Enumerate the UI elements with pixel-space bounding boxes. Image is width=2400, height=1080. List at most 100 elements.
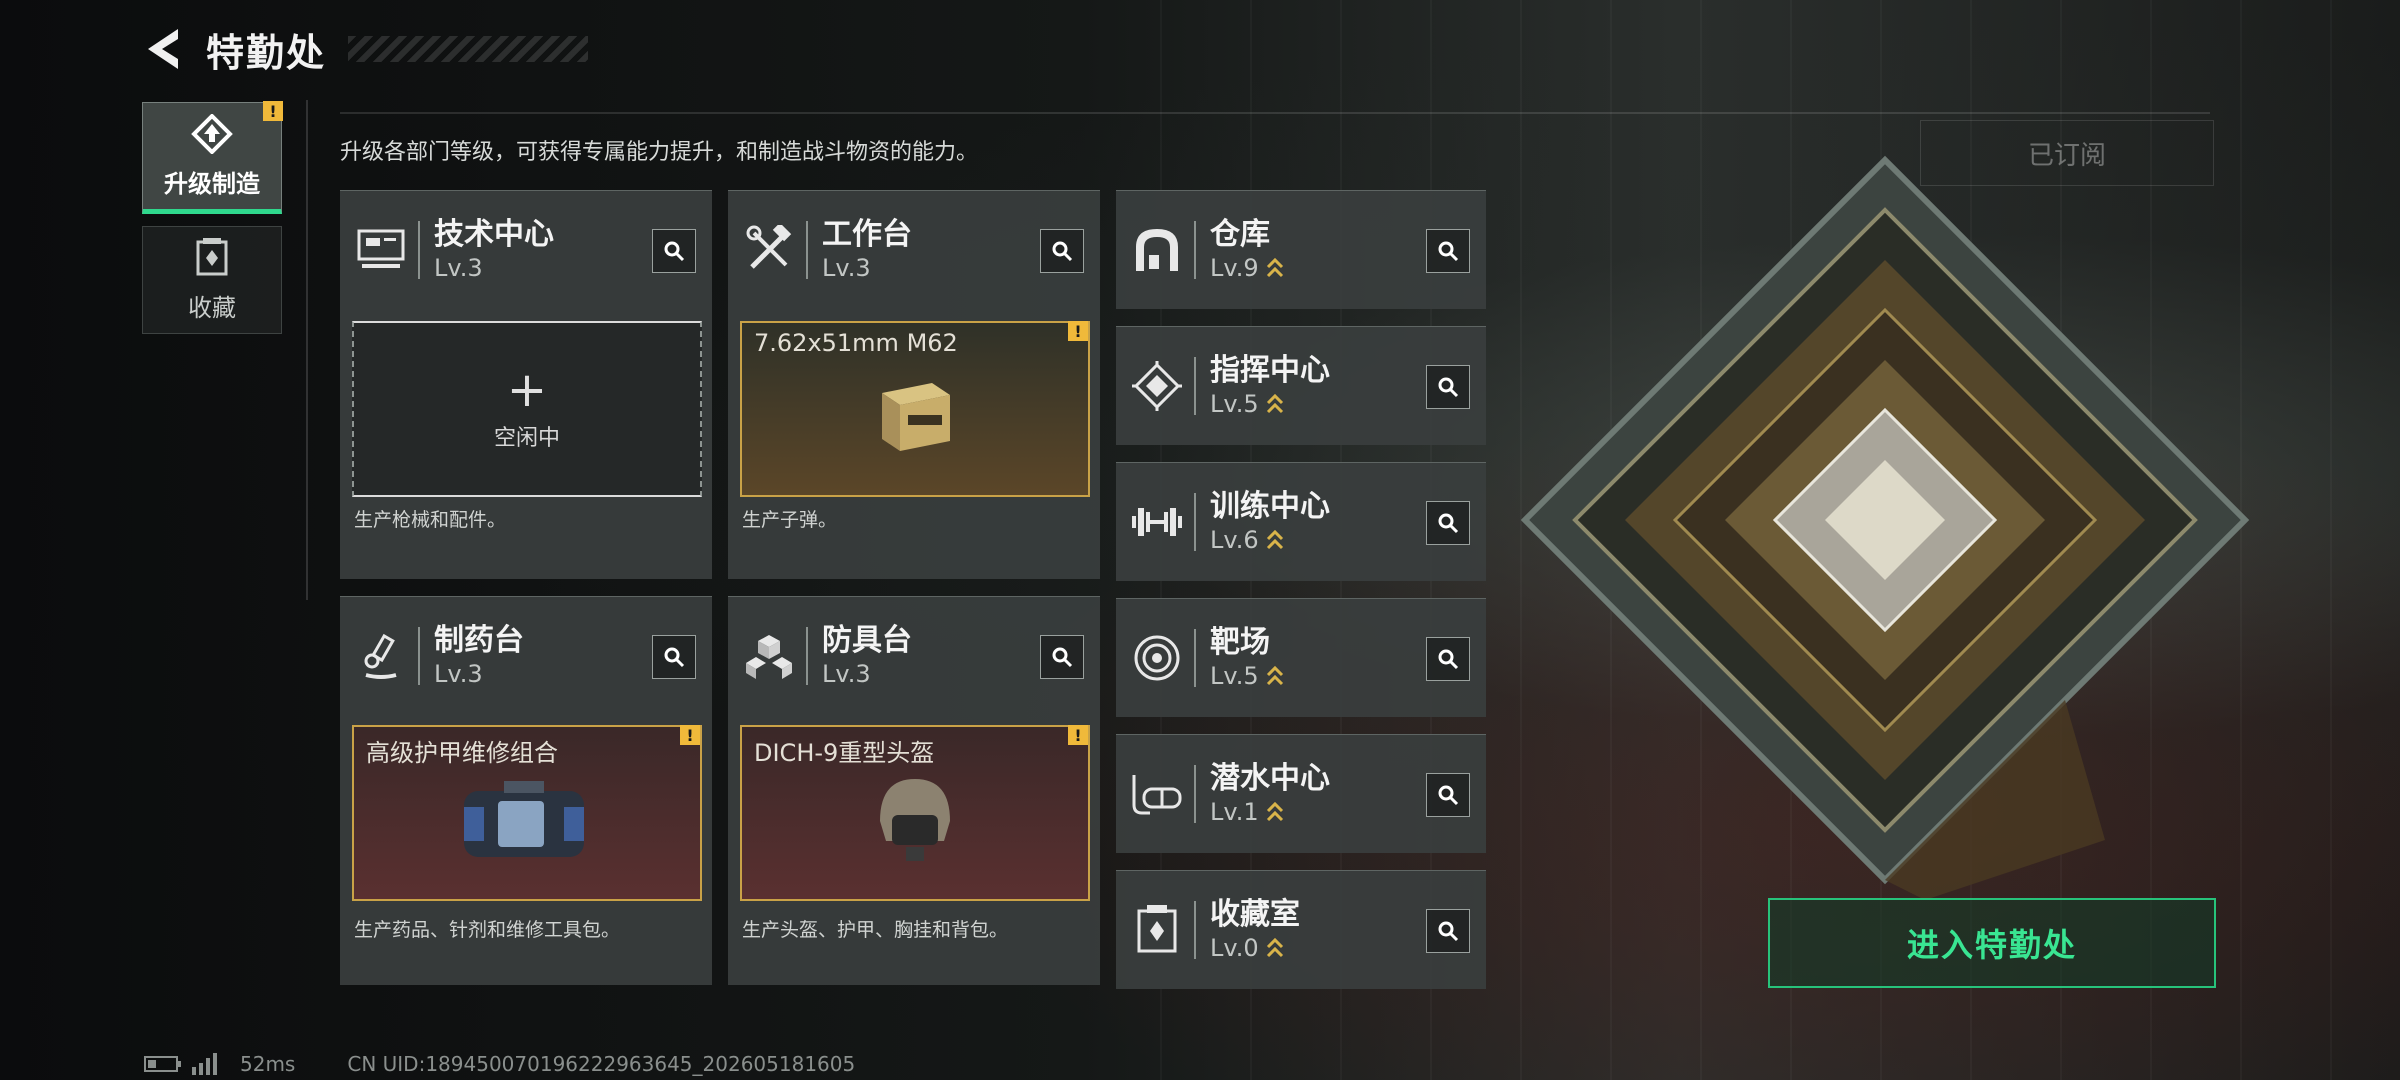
enter-special-ops-button[interactable]: 进入特勤处	[1768, 898, 2216, 988]
card-header: 制药台 Lv.3	[340, 597, 712, 715]
back-button[interactable]	[140, 25, 188, 73]
sidebar-item-upgrade-craft[interactable]: 升级制造 !	[142, 101, 283, 214]
department-name: 训练中心	[1210, 489, 1330, 524]
department-name: 收藏室	[1210, 897, 1300, 932]
upgrade-chevrons-icon	[1266, 801, 1283, 822]
flask-icon	[354, 629, 408, 683]
item-name: 高级护甲维修组合	[366, 739, 558, 767]
card-header: 收藏室 Lv.0	[1116, 871, 1486, 989]
search-button[interactable]	[652, 635, 696, 679]
card-header: 指挥中心 Lv.5	[1116, 327, 1486, 445]
trophy-icon	[1130, 903, 1184, 957]
sidebar-item-label: 升级制造	[164, 169, 260, 198]
production-slot-idle[interactable]: + 空闲中	[352, 321, 702, 497]
department-description: 生产头盔、护甲、胸挂和背包。	[742, 919, 1009, 941]
subscribe-button[interactable]: 已订阅	[1920, 120, 2214, 186]
warning-badge: !	[1068, 725, 1088, 745]
chip-icon	[1130, 359, 1184, 413]
card-header: 防具台 Lv.3	[728, 597, 1100, 715]
department-level: Lv.5	[1210, 662, 1259, 690]
sidebar-item-collection[interactable]: 收藏	[142, 226, 282, 334]
helmet-image	[880, 779, 950, 861]
department-name: 技术中心	[434, 217, 554, 252]
monitor-icon	[354, 223, 408, 277]
header-separator	[1194, 901, 1196, 959]
search-button[interactable]	[1426, 909, 1470, 953]
header-separator	[1194, 493, 1196, 551]
department-level-row: Lv.6	[1210, 525, 1330, 555]
search-button[interactable]	[1426, 229, 1470, 273]
card-pharmacy: 制药台 Lv.3 高级护甲维修组合 ! 生产药品、针剂和维修工具包。	[340, 596, 712, 985]
upgrade-chevrons-icon	[1266, 393, 1283, 414]
search-icon	[1052, 647, 1073, 668]
card-header: 仓库 Lv.9	[1116, 191, 1486, 309]
search-button[interactable]	[1426, 773, 1470, 817]
divider-vertical	[306, 100, 308, 600]
card-collection-room: 收藏室 Lv.0	[1116, 870, 1486, 989]
production-slot[interactable]: 高级护甲维修组合 !	[352, 725, 702, 901]
search-button[interactable]	[1426, 365, 1470, 409]
search-icon	[1438, 921, 1459, 942]
search-button[interactable]	[1040, 635, 1084, 679]
card-header: 训练中心 Lv.6	[1116, 463, 1486, 581]
card-header: 靶场 Lv.5	[1116, 599, 1486, 717]
department-level: Lv.1	[1210, 798, 1259, 826]
department-name: 潜水中心	[1210, 761, 1330, 796]
card-training-center: 训练中心 Lv.6	[1116, 462, 1486, 581]
department-level-row: Lv.1	[1210, 797, 1330, 827]
warning-badge: !	[1068, 321, 1088, 341]
header: 特勤处	[140, 22, 589, 76]
department-name: 工作台	[822, 217, 912, 252]
warning-badge: !	[680, 725, 700, 745]
cubes-icon	[742, 629, 796, 683]
battery-icon	[144, 1056, 181, 1072]
department-name: 靶场	[1210, 625, 1270, 660]
department-description: 生产枪械和配件。	[354, 509, 507, 531]
upgrade-chevrons-icon	[1266, 665, 1283, 686]
signal-icon	[192, 1053, 217, 1075]
divider-horizontal	[340, 112, 2210, 114]
upgrade-craft-icon	[191, 113, 233, 154]
card-armor-bench: 防具台 Lv.3 DICH-9重型头盔 ! 生产头盔、护甲、胸挂和背包。	[728, 596, 1100, 985]
header-separator	[806, 627, 808, 685]
ping-value: 52ms	[240, 1052, 296, 1076]
card-command-center: 指挥中心 Lv.5	[1116, 326, 1486, 445]
department-level: Lv.0	[1210, 934, 1259, 962]
header-separator	[418, 627, 420, 685]
back-arrow-icon	[148, 29, 178, 69]
department-level: Lv.9	[1210, 254, 1259, 282]
card-diving-center: 潜水中心 Lv.1	[1116, 734, 1486, 853]
card-tech-center: 技术中心 Lv.3 + 空闲中 生产枪械和配件。	[340, 190, 712, 579]
sidebar-item-label: 收藏	[188, 293, 236, 322]
department-level-row: Lv.0	[1210, 933, 1300, 963]
dumbbell-icon	[1130, 495, 1184, 549]
search-icon	[1438, 785, 1459, 806]
department-level: Lv.5	[1210, 390, 1259, 418]
header-separator	[418, 221, 420, 279]
item-name: 7.62x51mm M62	[754, 329, 958, 357]
search-button[interactable]	[1426, 501, 1470, 545]
header-separator	[1194, 765, 1196, 823]
upgrade-chevrons-icon	[1266, 529, 1283, 550]
slot-status: 空闲中	[493, 426, 560, 451]
upgrade-chevrons-icon	[1266, 257, 1283, 278]
department-level: Lv.3	[434, 660, 483, 688]
diving-mask-icon	[1130, 767, 1184, 821]
page-description: 升级各部门等级，可获得专属能力提升，和制造战斗物资的能力。	[340, 140, 979, 165]
card-workbench: 工作台 Lv.3 7.62x51mm M62 ! 生产子弹。	[728, 190, 1100, 579]
search-button[interactable]	[1426, 637, 1470, 681]
production-slot[interactable]: 7.62x51mm M62 !	[740, 321, 1090, 497]
warning-badge: !	[263, 101, 283, 121]
item-name: DICH-9重型头盔	[754, 739, 935, 767]
card-warehouse: 仓库 Lv.9	[1116, 190, 1486, 309]
search-icon	[1438, 377, 1459, 398]
department-level: Lv.3	[822, 254, 871, 282]
card-header: 潜水中心 Lv.1	[1116, 735, 1486, 853]
user-uid: CN UID:189450070196222963645_20260518160…	[347, 1052, 856, 1076]
add-icon: +	[506, 362, 548, 418]
search-button[interactable]	[1040, 229, 1084, 273]
department-name: 指挥中心	[1210, 353, 1330, 388]
production-slot[interactable]: DICH-9重型头盔 !	[740, 725, 1090, 901]
search-button[interactable]	[652, 229, 696, 273]
search-icon	[664, 647, 685, 668]
